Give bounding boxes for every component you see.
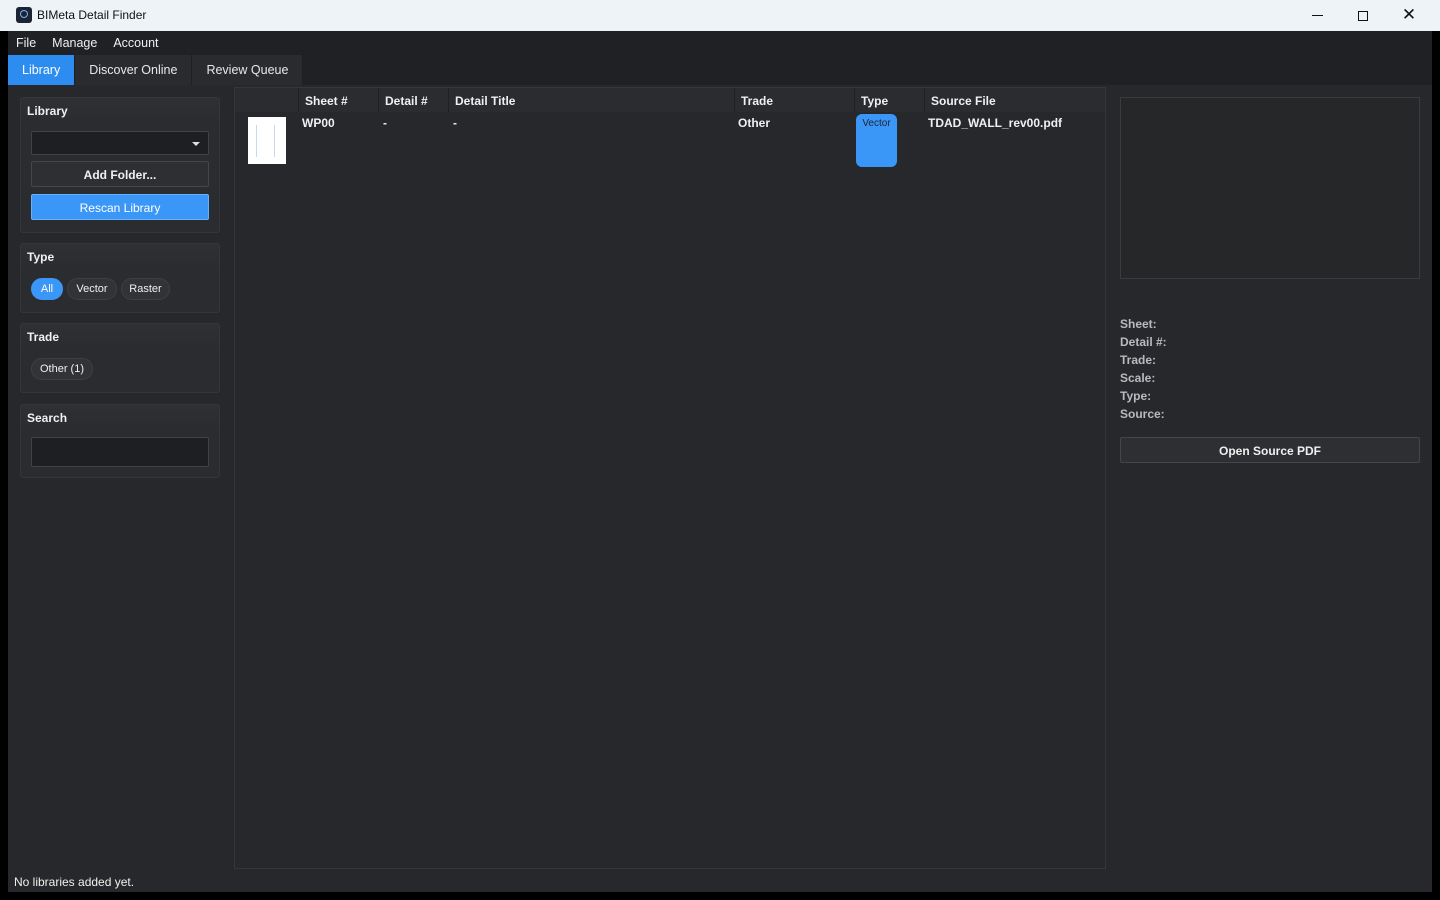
meta-type-label: Type: xyxy=(1120,389,1152,403)
tab-discover-online[interactable]: Discover Online xyxy=(75,55,193,85)
library-group: Library Add Folder... Rescan Library xyxy=(20,97,220,233)
type-heading: Type xyxy=(21,244,219,268)
menu-file[interactable]: File xyxy=(8,31,44,55)
table-row[interactable]: WP00 - - Other Vector TDAD_WALL_rev00.pd… xyxy=(235,112,1105,170)
tab-library[interactable]: Library xyxy=(8,55,76,85)
meta-trade-label: Trade: xyxy=(1120,353,1157,367)
column-header-source-file[interactable]: Source File xyxy=(925,88,1105,112)
type-chip-raster[interactable]: Raster xyxy=(121,278,170,300)
trade-heading: Trade xyxy=(21,324,219,348)
type-badge: Vector xyxy=(856,114,897,167)
status-bar: No libraries added yet. xyxy=(8,869,1432,892)
window-border-bottom xyxy=(0,892,1440,900)
type-chip-vector[interactable]: Vector xyxy=(67,278,117,300)
trade-chip-other[interactable]: Other (1) xyxy=(31,358,93,380)
maximize-button[interactable] xyxy=(1340,0,1386,31)
search-input[interactable] xyxy=(31,437,209,467)
meta-source-label: Source: xyxy=(1120,407,1165,421)
column-header-trade[interactable]: Trade xyxy=(735,88,855,112)
type-chip-all[interactable]: All xyxy=(31,278,63,300)
app-window: File Manage Account Library Discover Onl… xyxy=(8,31,1432,892)
library-heading: Library xyxy=(21,98,219,122)
menu-bar: File Manage Account xyxy=(8,31,1432,55)
column-header-thumbnail[interactable] xyxy=(235,88,299,112)
open-source-pdf-button[interactable]: Open Source PDF xyxy=(1120,437,1420,463)
window-border-right xyxy=(1432,31,1440,900)
details-table: Sheet # Detail # Detail Title Trade Type… xyxy=(234,87,1106,869)
maximize-icon xyxy=(1358,10,1368,21)
add-folder-button[interactable]: Add Folder... xyxy=(31,161,209,187)
column-header-detail[interactable]: Detail # xyxy=(379,88,449,112)
search-group: Search xyxy=(20,404,220,478)
minimize-icon xyxy=(1311,15,1323,16)
cell-detail-title: - xyxy=(453,116,457,130)
cell-sheet: WP00 xyxy=(302,116,335,130)
meta-sheet-label: Sheet: xyxy=(1120,317,1157,331)
column-header-detail-title[interactable]: Detail Title xyxy=(449,88,735,112)
cell-source-file: TDAD_WALL_rev00.pdf xyxy=(928,116,1063,130)
window-border-left xyxy=(0,31,8,900)
cell-trade: Other xyxy=(738,116,771,130)
table-header: Sheet # Detail # Detail Title Trade Type… xyxy=(235,88,1105,112)
detail-preview xyxy=(1120,97,1420,279)
title-bar: BIMeta Detail Finder ✕ xyxy=(0,0,1440,31)
cell-detail: - xyxy=(383,116,387,130)
close-button[interactable]: ✕ xyxy=(1386,0,1432,31)
meta-scale-label: Scale: xyxy=(1120,371,1156,385)
window-title: BIMeta Detail Finder xyxy=(37,8,147,22)
tab-bar: Library Discover Online Review Queue xyxy=(8,55,304,85)
status-text: No libraries added yet. xyxy=(14,875,135,889)
minimize-button[interactable] xyxy=(1294,0,1340,31)
close-icon: ✕ xyxy=(1401,5,1417,25)
search-heading: Search xyxy=(21,405,219,429)
type-filter-group: Type All Vector Raster xyxy=(20,243,220,313)
chevron-down-icon xyxy=(192,142,200,146)
column-header-type[interactable]: Type xyxy=(855,88,925,112)
app-logo-icon xyxy=(16,7,32,23)
menu-account[interactable]: Account xyxy=(105,31,166,55)
main-content: Library Add Folder... Rescan Library Typ… xyxy=(8,85,1432,869)
rescan-library-button[interactable]: Rescan Library xyxy=(31,194,209,220)
trade-filter-group: Trade Other (1) xyxy=(20,323,220,393)
column-header-sheet[interactable]: Sheet # xyxy=(299,88,379,112)
meta-detail-label: Detail #: xyxy=(1120,335,1167,349)
library-select[interactable] xyxy=(31,131,209,155)
menu-manage[interactable]: Manage xyxy=(44,31,105,55)
detail-thumbnail xyxy=(248,117,286,164)
tab-review-queue[interactable]: Review Queue xyxy=(192,55,304,85)
